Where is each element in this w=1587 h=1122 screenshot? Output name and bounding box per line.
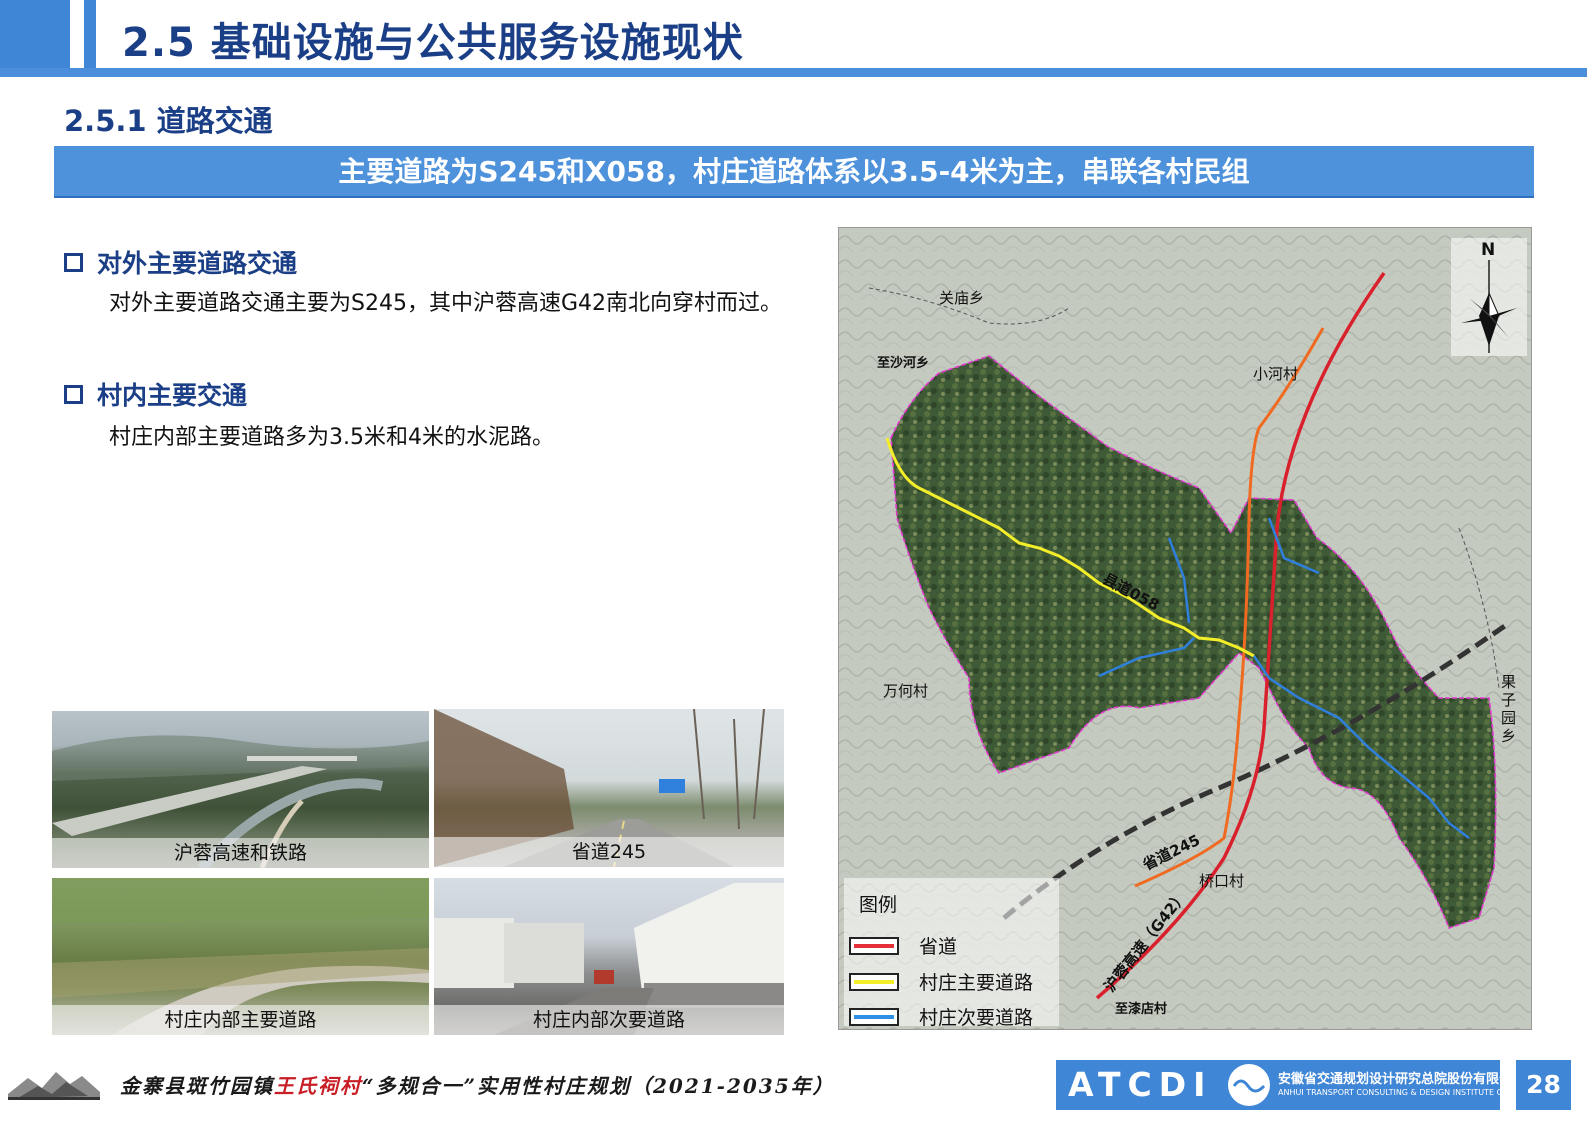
legend-label: 村庄次要道路 [919, 1007, 1034, 1029]
company-logo: ATCDI 安徽省交通规划设计研究总院股份有限公司 ANHUI TRANSPOR… [1056, 1060, 1530, 1110]
road-map-graphics [839, 228, 1531, 1029]
photo-expressway-railway: 沪蓉高速和铁路 [52, 711, 429, 868]
page-number: 28 [1526, 1070, 1561, 1099]
header-underline [0, 68, 1587, 77]
photo-village-main-road: 村庄内部主要道路 [52, 878, 429, 1035]
photo-caption: 村庄内部次要道路 [434, 1005, 784, 1035]
footer-landscape-icon [8, 1072, 100, 1100]
footer-plan-title: 金寨县斑竹园镇王氏祠村“多规合一”实用性村庄规划（2021-2035年） [120, 1070, 835, 1099]
legend-swatch [849, 972, 899, 991]
photo-caption: 省道245 [434, 837, 784, 867]
checkbox-bullet-icon [64, 252, 83, 272]
section-heading-internal: 村内主要交通 [64, 376, 247, 412]
legend-title: 图例 [859, 894, 898, 916]
company-name-en: ANHUI TRANSPORT CONSULTING & DESIGN INST… [1278, 1088, 1531, 1097]
road-map: N 关庙乡 至沙河乡 小河村 万何村 果子园乡 桥口村 至漆店村 县道058 省… [838, 227, 1532, 1030]
section-heading-external: 对外主要道路交通 [64, 244, 297, 280]
logo-wordmark: ATCDI [1068, 1065, 1213, 1104]
section-heading-label: 对外主要道路交通 [97, 249, 298, 278]
legend-swatch [849, 936, 899, 955]
company-name-cn: 安徽省交通规划设计研究总院股份有限公司 [1278, 1072, 1526, 1087]
section-heading-label: 村内主要交通 [97, 381, 248, 410]
subsection-title: 2.5.1 道路交通 [64, 104, 273, 138]
legend-label: 省道 [919, 936, 958, 958]
header-decoration [0, 0, 100, 70]
checkbox-bullet-icon [64, 384, 83, 404]
map-label-guanmiao: 关庙乡 [939, 289, 985, 307]
photo-provincial-road: 省道245 [434, 709, 784, 867]
legend-label: 村庄主要道路 [919, 972, 1034, 994]
footer-plan-suffix: “多规合一”实用性村庄规划（2021-2035年） [362, 1074, 835, 1098]
photo-caption: 沪蓉高速和铁路 [52, 838, 429, 868]
header-block [0, 0, 70, 70]
map-label-wanhe: 万何村 [883, 682, 929, 700]
legend-item-provincial: 省道 [849, 932, 957, 959]
map-label-qiaokou: 桥口村 [1199, 872, 1245, 890]
header-stripe [84, 0, 96, 70]
north-arrow: N [1451, 238, 1527, 356]
page-title: 2.5 基础设施与公共服务设施现状 [122, 20, 744, 66]
footer-plan-prefix: 金寨县斑竹园镇 [120, 1074, 274, 1098]
compass-icon [1461, 260, 1517, 353]
page-number-box: 28 [1516, 1060, 1571, 1110]
photo-caption: 村庄内部主要道路 [52, 1005, 429, 1035]
logo-wave-icon [1232, 1079, 1266, 1093]
map-label-guoziyuan: 果子园乡 [1501, 673, 1517, 745]
summary-banner: 主要道路为S245和X058，村庄道路体系以3.5-4米为主，串联各村民组 [54, 146, 1534, 198]
map-label-qidian: 至漆店村 [1115, 1002, 1168, 1017]
legend-swatch [849, 1007, 899, 1026]
map-label-xiaohe: 小河村 [1253, 365, 1299, 383]
photo-village-secondary-road: 村庄内部次要道路 [434, 878, 784, 1035]
banner-text: 主要道路为S245和X058，村庄道路体系以3.5-4米为主，串联各村民组 [338, 155, 1250, 188]
map-label-shahe: 至沙河乡 [877, 356, 930, 371]
section-paragraph-internal: 村庄内部主要道路多为3.5米和4米的水泥路。 [109, 425, 554, 450]
footer-village-name: 王氏祠村 [274, 1074, 362, 1098]
section-paragraph-external: 对外主要道路交通主要为S245，其中沪蓉高速G42南北向穿村而过。 [109, 291, 782, 316]
legend-item-secondary-road: 村庄次要道路 [849, 1003, 1034, 1029]
legend-item-main-road: 村庄主要道路 [849, 968, 1033, 995]
logo-emblem-icon [1228, 1064, 1270, 1106]
